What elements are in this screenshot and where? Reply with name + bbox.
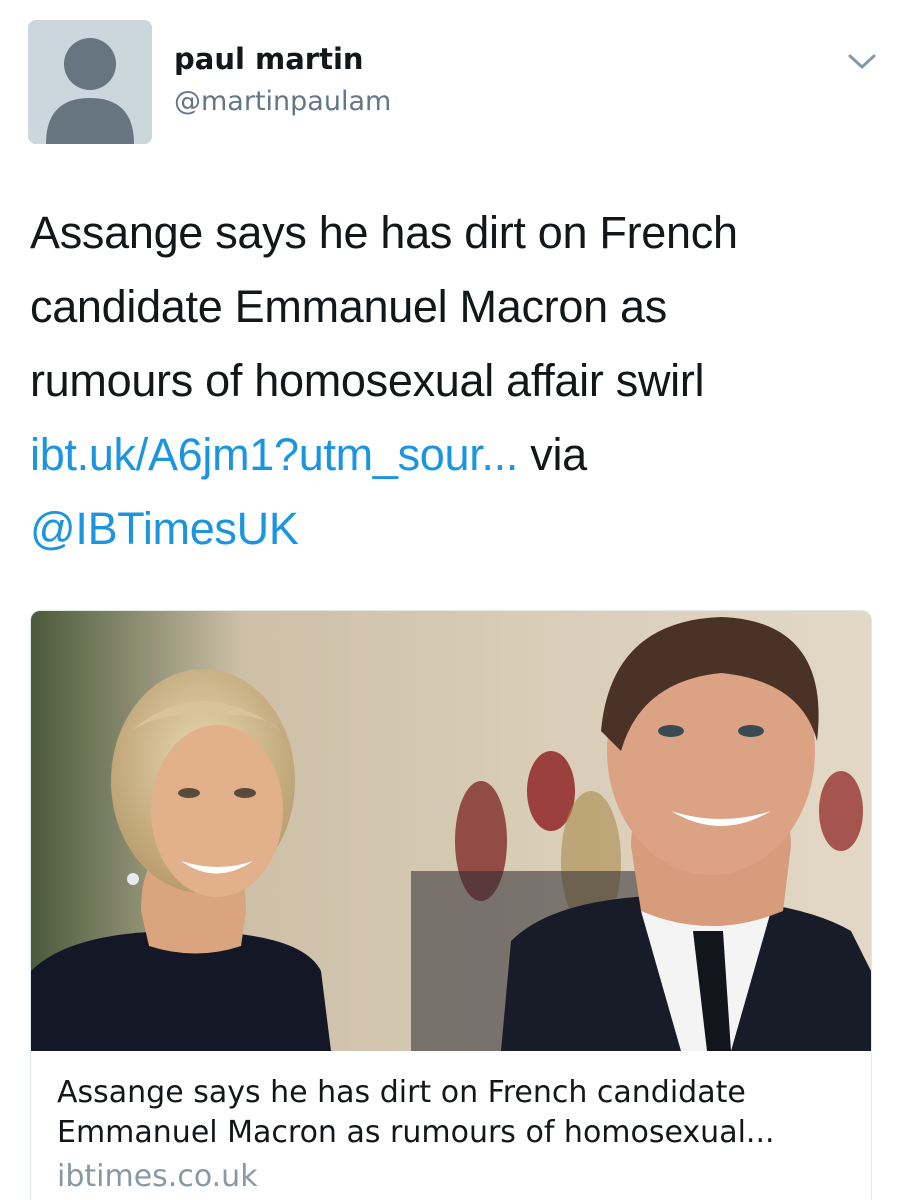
link-preview-card[interactable]: Assange says he has dirt on French candi… (30, 610, 872, 1200)
display-name[interactable]: paul martin (174, 42, 364, 76)
mention-link[interactable]: @IBTimesUK (30, 503, 299, 554)
tweet-text: Assange says he has dirt on French candi… (30, 196, 880, 566)
card-title-line: Assange says he has dirt on French candi… (57, 1075, 746, 1110)
tweet-text-line: ibt.uk/A6jm1?utm_sour... via (30, 418, 880, 492)
tweet-text-line: Assange says he has dirt on French (30, 207, 738, 258)
card-image[interactable] (31, 611, 871, 1051)
tweet-link[interactable]: ibt.uk/A6jm1?utm_sour... (30, 429, 518, 480)
card-title-line: Emmanuel Macron as rumours of homosexual… (57, 1115, 775, 1150)
card-domain: ibtimes.co.uk (57, 1159, 258, 1194)
default-avatar-icon (28, 20, 152, 144)
tweet-screen: paul martin @martinpaulam Assange says h… (0, 0, 900, 1200)
via-text: via (518, 429, 587, 480)
card-title[interactable]: Assange says he has dirt on French candi… (57, 1073, 857, 1153)
chevron-down-icon[interactable] (846, 50, 878, 74)
tweet-text-line: @IBTimesUK (30, 492, 880, 566)
user-handle[interactable]: @martinpaulam (174, 86, 391, 117)
tweet-text-line: rumours of homosexual affair swirl (30, 355, 705, 406)
avatar[interactable] (28, 20, 152, 144)
tweet-text-line: candidate Emmanuel Macron as (30, 281, 667, 332)
